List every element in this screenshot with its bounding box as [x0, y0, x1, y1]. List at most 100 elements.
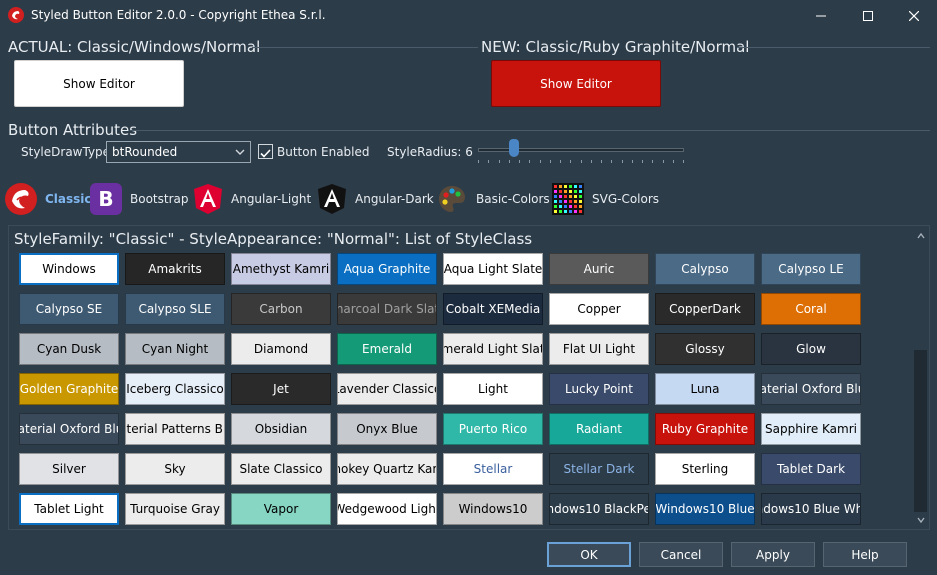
- style-class-button[interactable]: Obsidian: [231, 413, 331, 445]
- style-class-label: Cyan Night: [141, 342, 209, 356]
- style-class-button[interactable]: Charcoal Dark Slate: [337, 293, 437, 325]
- style-class-button[interactable]: Emerald Light Slate: [443, 333, 543, 365]
- chevron-up-icon: [916, 232, 925, 238]
- classic-logo-icon[interactable]: [5, 183, 37, 215]
- style-class-button[interactable]: Lucky Point: [549, 373, 649, 405]
- minimize-button[interactable]: [798, 0, 844, 31]
- family-tab-bootstrap[interactable]: Bootstrap: [130, 192, 188, 206]
- style-class-button[interactable]: Sterling: [655, 453, 755, 485]
- style-class-label: Light: [478, 382, 508, 396]
- style-class-button[interactable]: Amethyst Kamri: [231, 253, 331, 285]
- angular-light-logo-icon[interactable]: [192, 183, 224, 215]
- style-class-button[interactable]: Calypso SLE: [125, 293, 225, 325]
- help-button[interactable]: Help: [823, 542, 907, 567]
- style-class-button[interactable]: Calypso SE: [19, 293, 119, 325]
- style-class-button[interactable]: Tablet Dark: [761, 453, 861, 485]
- family-tab-classic[interactable]: Classic: [45, 192, 92, 206]
- style-class-button[interactable]: Slate Classico: [231, 453, 331, 485]
- style-class-button[interactable]: Ruby Graphite: [655, 413, 755, 445]
- style-class-button[interactable]: Lavender Classico: [337, 373, 437, 405]
- style-class-button[interactable]: Jet: [231, 373, 331, 405]
- style-class-button[interactable]: Aqua Light Slate: [443, 253, 543, 285]
- scrollbar-thumb[interactable]: [914, 350, 927, 512]
- style-class-button[interactable]: Luna: [655, 373, 755, 405]
- style-class-button[interactable]: Flat UI Light: [549, 333, 649, 365]
- style-class-button[interactable]: Cyan Dusk: [19, 333, 119, 365]
- style-class-button[interactable]: Onyx Blue: [337, 413, 437, 445]
- style-class-button[interactable]: Silver: [19, 453, 119, 485]
- style-class-label: CopperDark: [669, 302, 741, 316]
- actual-show-editor-button[interactable]: Show Editor: [14, 60, 184, 107]
- style-class-button[interactable]: Light: [443, 373, 543, 405]
- button-enabled-checkbox[interactable]: [258, 144, 273, 159]
- style-radius-slider-thumb[interactable]: [509, 139, 519, 157]
- style-class-button[interactable]: Glow: [761, 333, 861, 365]
- maximize-button[interactable]: [845, 0, 891, 31]
- style-class-label: Coral: [795, 302, 827, 316]
- style-class-button[interactable]: Auric: [549, 253, 649, 285]
- style-class-label: Cyan Dusk: [36, 342, 102, 356]
- style-class-button[interactable]: Aqua Graphite: [337, 253, 437, 285]
- ok-button[interactable]: OK: [547, 542, 631, 567]
- style-class-button[interactable]: Coral: [761, 293, 861, 325]
- family-tab-basic-colors[interactable]: Basic-Colors: [476, 192, 550, 206]
- style-class-button[interactable]: Tablet Light: [19, 493, 119, 525]
- style-class-button[interactable]: Radiant: [549, 413, 649, 445]
- style-class-button[interactable]: Diamond: [231, 333, 331, 365]
- family-tab-svg-colors[interactable]: SVG-Colors: [592, 192, 659, 206]
- bootstrap-logo-icon[interactable]: B: [90, 183, 122, 215]
- style-class-label: Iceberg Classico: [126, 382, 224, 396]
- style-class-label: Cobalt XEMedia: [445, 302, 541, 316]
- new-show-editor-button[interactable]: Show Editor: [491, 60, 661, 107]
- style-class-button[interactable]: Material Oxford Blue: [761, 373, 861, 405]
- scroll-up-button[interactable]: [914, 229, 927, 242]
- family-tab-angular-dark[interactable]: Angular-Dark: [355, 192, 434, 206]
- apply-button[interactable]: Apply: [731, 542, 815, 567]
- style-class-button[interactable]: Carbon: [231, 293, 331, 325]
- slider-ticks: [478, 160, 684, 164]
- style-class-button[interactable]: Amakrits: [125, 253, 225, 285]
- style-class-button[interactable]: Windows10: [443, 493, 543, 525]
- style-class-button[interactable]: Stellar: [443, 453, 543, 485]
- style-class-button[interactable]: Material Patterns Blue: [125, 413, 225, 445]
- style-class-button[interactable]: Windows10 BlackPearl: [549, 493, 649, 525]
- style-class-button[interactable]: Vapor: [231, 493, 331, 525]
- button-enabled-label: Button Enabled: [277, 145, 370, 159]
- angular-dark-logo-icon[interactable]: [316, 183, 348, 215]
- style-class-button[interactable]: Windows10 Blue: [655, 493, 755, 525]
- style-class-button[interactable]: Glossy: [655, 333, 755, 365]
- draw-type-combo[interactable]: btRounded: [106, 141, 251, 163]
- palette-icon[interactable]: [436, 183, 468, 215]
- style-class-button[interactable]: Stellar Dark: [549, 453, 649, 485]
- style-class-label: Sky: [164, 462, 186, 476]
- style-class-button[interactable]: Turquoise Gray: [125, 493, 225, 525]
- style-class-button[interactable]: Material Oxford Blue: [19, 413, 119, 445]
- style-class-button[interactable]: Calypso: [655, 253, 755, 285]
- cancel-button[interactable]: Cancel: [639, 542, 723, 567]
- close-icon: [909, 10, 919, 21]
- style-class-label: Luna: [690, 382, 720, 396]
- style-class-button[interactable]: Cobalt XEMedia: [443, 293, 543, 325]
- style-class-button[interactable]: Iceberg Classico: [125, 373, 225, 405]
- style-class-label: Stellar Dark: [563, 462, 635, 476]
- style-class-button[interactable]: Copper: [549, 293, 649, 325]
- style-class-button[interactable]: Calypso LE: [761, 253, 861, 285]
- style-class-button[interactable]: Sapphire Kamri: [761, 413, 861, 445]
- style-class-button[interactable]: Smokey Quartz Kamri: [337, 453, 437, 485]
- new-caption: NEW: Classic/Ruby Graphite/Normal: [481, 38, 750, 56]
- style-class-button[interactable]: Sky: [125, 453, 225, 485]
- style-class-button[interactable]: Puerto Rico: [443, 413, 543, 445]
- close-button[interactable]: [891, 0, 937, 31]
- style-class-list-title: StyleFamily: "Classic" - StyleAppearance…: [14, 230, 533, 248]
- style-class-button[interactable]: CopperDark: [655, 293, 755, 325]
- style-class-button[interactable]: Emerald: [337, 333, 437, 365]
- style-class-button[interactable]: Cyan Night: [125, 333, 225, 365]
- style-class-button[interactable]: Wedgewood Light: [337, 493, 437, 525]
- color-grid-icon[interactable]: [552, 183, 584, 215]
- style-class-button[interactable]: Golden Graphite: [19, 373, 119, 405]
- style-class-button[interactable]: Windows10 Blue Whale: [761, 493, 861, 525]
- style-radius-label: StyleRadius: 6: [387, 145, 473, 159]
- scroll-down-button[interactable]: [914, 513, 927, 526]
- family-tab-angular-light[interactable]: Angular-Light: [231, 192, 311, 206]
- style-class-button[interactable]: Windows: [19, 253, 119, 285]
